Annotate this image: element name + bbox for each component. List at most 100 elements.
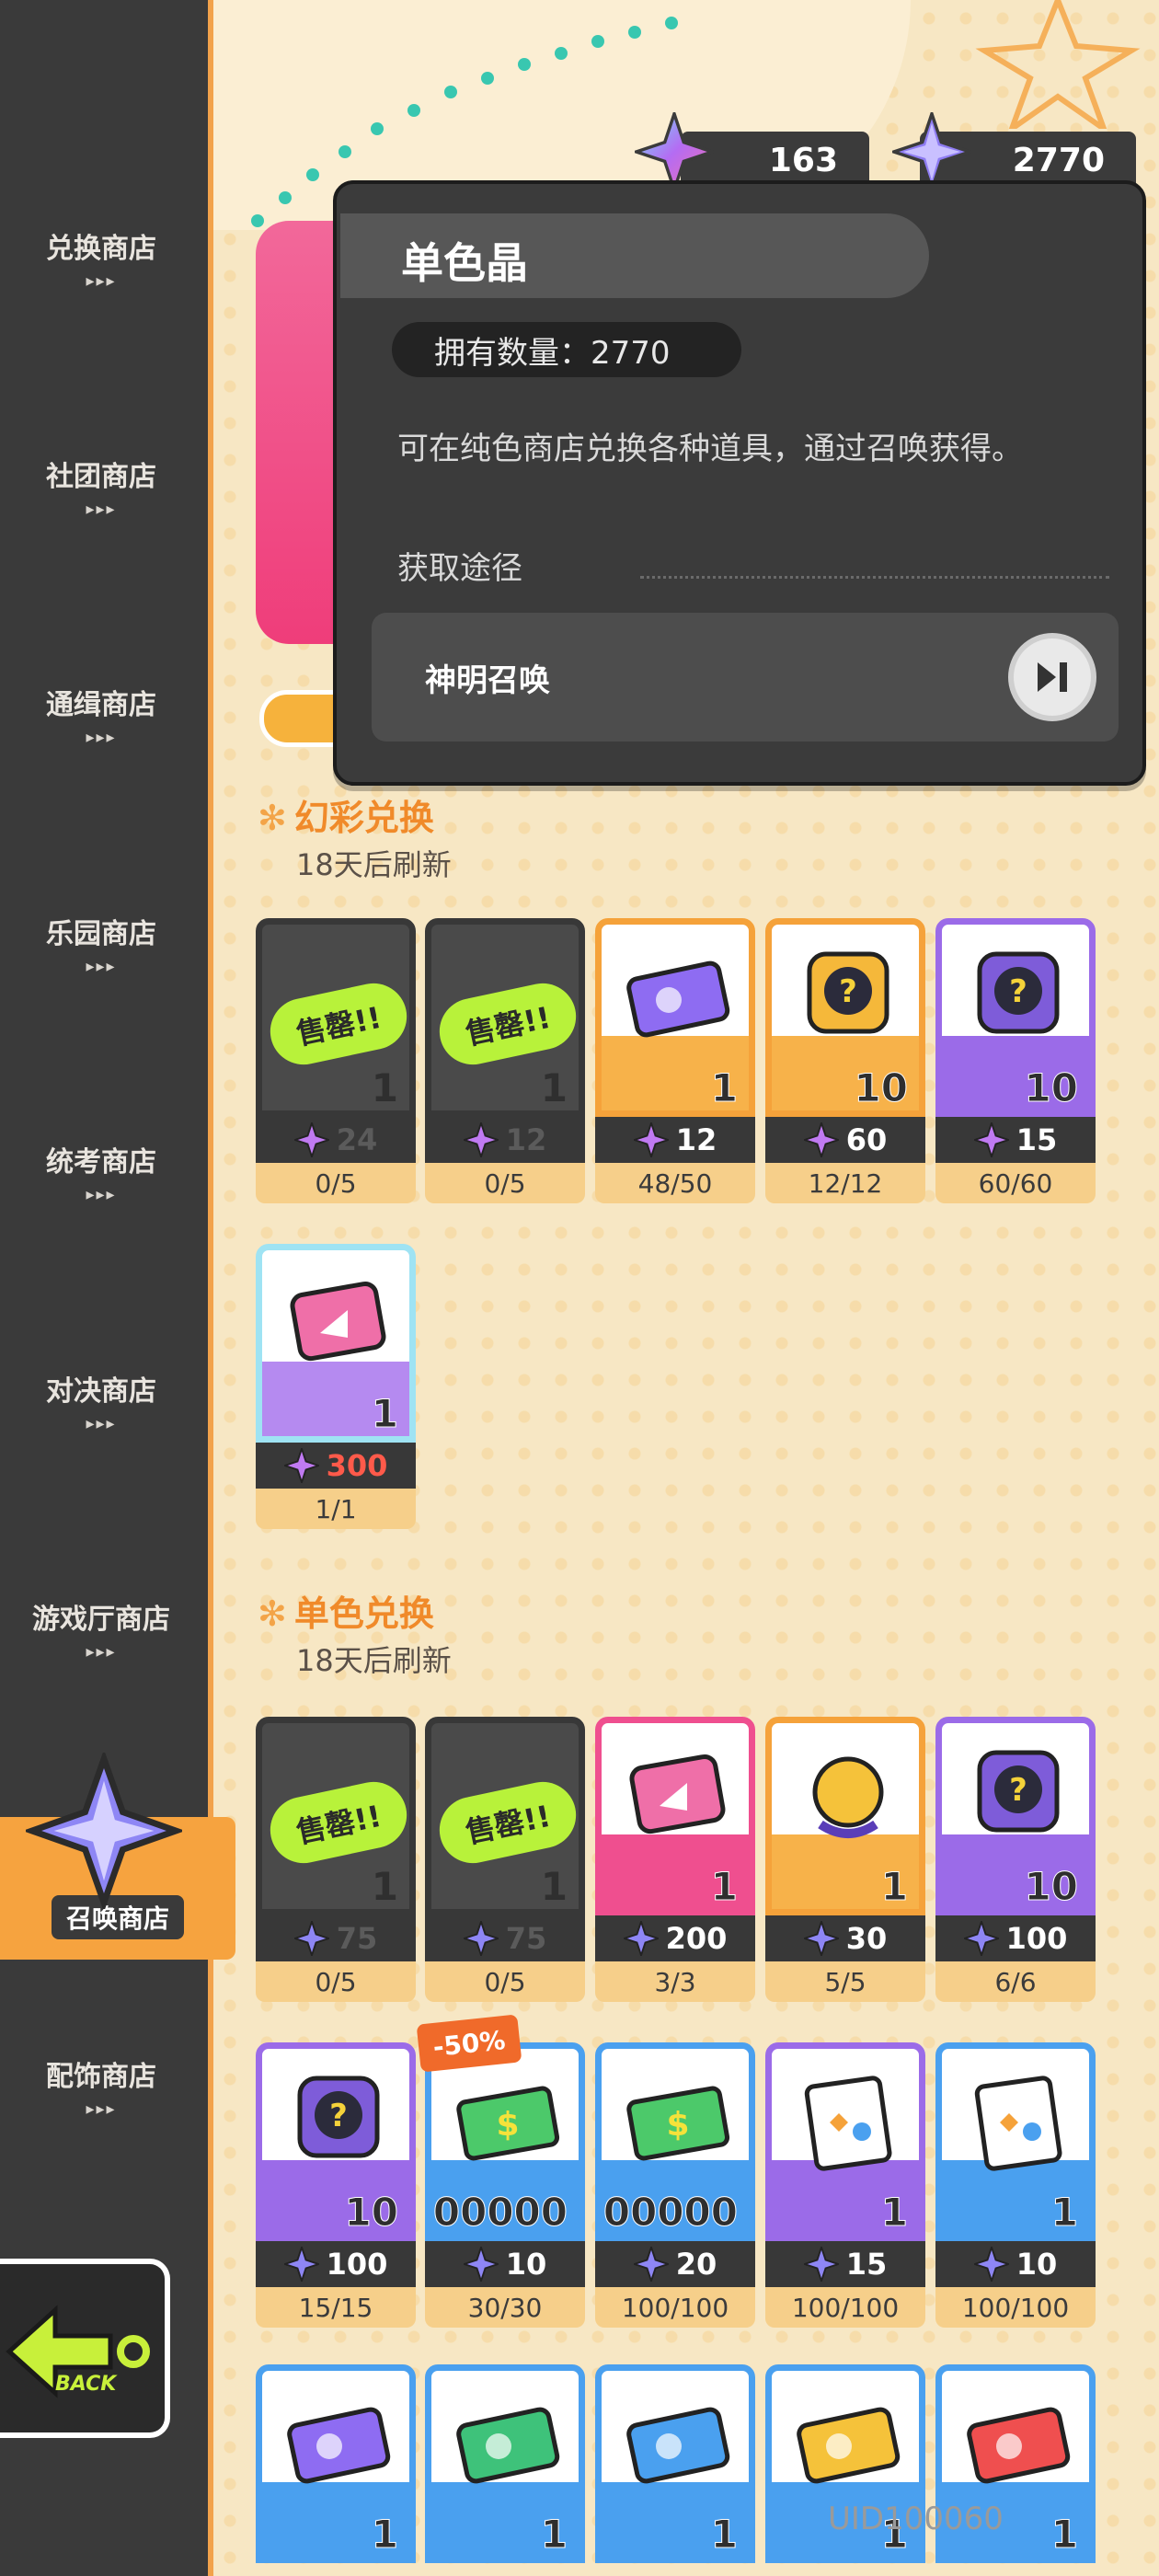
summon-crystal-icon <box>26 1753 182 1909</box>
purchase-limit: 5/5 <box>765 1961 925 2002</box>
go-arrow-icon[interactable] <box>1008 633 1096 721</box>
price-value: 15 <box>1016 1122 1058 1157</box>
route-deity-summon[interactable]: 神明召唤 <box>372 613 1119 742</box>
purchase-limit: 0/5 <box>425 1961 585 2002</box>
mono-crystal-icon <box>973 2247 1009 2282</box>
item-quantity: 1 <box>540 1864 568 1909</box>
shop-item-card[interactable]: 1 30 5/5 <box>765 1717 925 2002</box>
section-title-text: 幻彩兑换 <box>293 798 434 838</box>
shop-item-card[interactable]: 1 200 3/3 <box>595 1717 755 2002</box>
cash-icon: $ <box>626 2086 730 2161</box>
mono-crystal-icon <box>623 1921 659 1956</box>
popup-title: 单色晶 <box>401 238 528 288</box>
shop-item-card[interactable]: 1 15 100/100 <box>765 2042 925 2328</box>
shop-item-card[interactable]: 1 10 100/100 <box>935 2042 1096 2328</box>
sidebar-item-duel[interactable]: 对决商店 ▸▸▸ <box>0 1350 202 1451</box>
item-price: 200 <box>595 1915 755 1961</box>
golden-fruit-icon <box>812 1756 884 1838</box>
mono-crystal-amount: 2770 <box>1012 141 1105 179</box>
purchase-limit: 0/5 <box>425 1163 585 1203</box>
item-quantity: 1 <box>710 1065 738 1111</box>
shop-item-card[interactable]: 1 12 48/50 <box>595 918 755 1203</box>
shop-item-card[interactable]: 售罄!! 1 75 0/5 <box>256 1717 416 2002</box>
back-button[interactable]: BACK <box>0 2259 170 2438</box>
sidebar-item-label: 对决商店 <box>46 1374 156 1408</box>
purchase-limit: 0/5 <box>256 1961 416 2002</box>
chevron-dots-icon: ▸▸▸ <box>86 1184 117 1204</box>
flower-icon: ✻ <box>258 798 287 838</box>
price-value: 10 <box>1016 2247 1058 2282</box>
sidebar-item-exchange[interactable]: 兑换商店 ▸▸▸ <box>0 207 202 308</box>
sidebar-item-exam[interactable]: 统考商店 ▸▸▸ <box>0 1121 202 1222</box>
shop-item-card[interactable]: ? 10 60 12/12 <box>765 918 925 1203</box>
item-price: 15 <box>765 2241 925 2287</box>
orange-star-sketch <box>975 0 1141 129</box>
purchase-limit: 3/3 <box>595 1961 755 2002</box>
item-frame: 1 <box>595 2364 755 2563</box>
sidebar-item-wanted[interactable]: 通缉商店 ▸▸▸ <box>0 663 202 765</box>
shop-item-card[interactable]: 1 <box>935 2364 1096 2576</box>
rainbow-crystal-icon <box>283 1448 319 1483</box>
back-label: BACK <box>55 2373 117 2396</box>
item-frame: 1 <box>425 2364 585 2563</box>
item-price: 30 <box>765 1915 925 1961</box>
purchase-limit: 15/15 <box>256 2287 416 2328</box>
chevron-dots-icon: ▸▸▸ <box>86 727 117 747</box>
price-value: 20 <box>675 2247 717 2282</box>
sidebar-item-arcade[interactable]: 游戏厅商店 ▸▸▸ <box>0 1578 202 1679</box>
price-value: 15 <box>845 2247 888 2282</box>
purchase-limit: 48/50 <box>595 1163 755 1203</box>
shop-item-card[interactable]: ? 10 100 6/6 <box>935 1717 1096 2002</box>
item-frame: 1 <box>935 2042 1096 2241</box>
shop-item-card[interactable]: ? 10 100 15/15 <box>256 2042 416 2328</box>
shop-item-card[interactable]: 售罄!! 1 75 0/5 <box>425 1717 585 2002</box>
item-frame: ? 10 <box>256 2042 416 2241</box>
section-refresh-mono: 18天后刷新 <box>296 1643 452 1678</box>
ticket-red-icon <box>967 2407 1071 2484</box>
purchase-limit: 0/5 <box>256 1163 416 1203</box>
ticket-purple-icon <box>287 2407 391 2484</box>
shop-item-card[interactable]: $100000 20 100/100 <box>595 2042 755 2328</box>
rainbow-crystal-icon <box>293 1122 329 1157</box>
item-frame: $100000 <box>425 2042 585 2241</box>
price-value: 100 <box>1005 1921 1068 1956</box>
sidebar-item-label: 社团商店 <box>46 460 156 493</box>
chevron-dots-icon: ▸▸▸ <box>86 956 117 976</box>
sidebar-item-park[interactable]: 乐园商店 ▸▸▸ <box>0 892 202 994</box>
svg-text:?: ? <box>839 973 857 1010</box>
ticket-green-icon <box>456 2407 560 2484</box>
item-quantity: 10 <box>344 2190 398 2236</box>
rainbow-crystal-icon <box>973 1122 1009 1157</box>
mono-crystal-icon <box>463 1921 499 1956</box>
shop-item-card[interactable]: 1 300 1/1 <box>256 1244 416 1529</box>
shop-item-card[interactable]: 售罄!! 1 24 0/5 <box>256 918 416 1203</box>
purchase-limit: 100/100 <box>935 2287 1096 2328</box>
sidebar-item-accessory[interactable]: 配饰商店 ▸▸▸ <box>0 2035 202 2136</box>
back-arrow-icon <box>6 2305 150 2398</box>
shop-item-card[interactable]: 售罄!! 1 12 0/5 <box>425 918 585 1203</box>
sticker-pack-icon <box>804 2076 892 2171</box>
shop-item-card[interactable]: 1 <box>425 2364 585 2576</box>
shop-item-card[interactable]: 1 <box>765 2364 925 2576</box>
item-price: 15 <box>935 1117 1096 1163</box>
chevron-dots-icon: ▸▸▸ <box>86 499 117 519</box>
sidebar-item-club[interactable]: 社团商店 ▸▸▸ <box>0 435 202 536</box>
mono-crystal-icon <box>803 2247 839 2282</box>
item-quantity: 1 <box>371 2512 398 2558</box>
shop-item-card[interactable]: $100000 10 30/30 <box>425 2042 585 2328</box>
owned-count: 拥有数量：2770 <box>392 322 741 377</box>
ticket-yellow-icon <box>797 2407 901 2484</box>
shop-item-card[interactable]: 1 <box>595 2364 755 2576</box>
cash-icon: $ <box>456 2086 560 2161</box>
purchase-limit: 60/60 <box>935 1163 1096 1203</box>
mono-crystal-icon <box>463 2247 499 2282</box>
shop-item-card[interactable]: 1 <box>256 2364 416 2576</box>
rainbow-crystal-icon <box>803 1122 839 1157</box>
shop-item-card[interactable]: ? 10 15 60/60 <box>935 918 1096 1203</box>
mystery-box-icon: ? <box>977 951 1060 1034</box>
item-frame: 售罄!! 1 <box>256 918 416 1117</box>
mono-crystal-icon <box>803 1921 839 1956</box>
sidebar-item-label: 统考商店 <box>46 1145 156 1179</box>
item-quantity: 1 <box>1050 2512 1078 2558</box>
sidebar-item-label: 乐园商店 <box>46 917 156 950</box>
